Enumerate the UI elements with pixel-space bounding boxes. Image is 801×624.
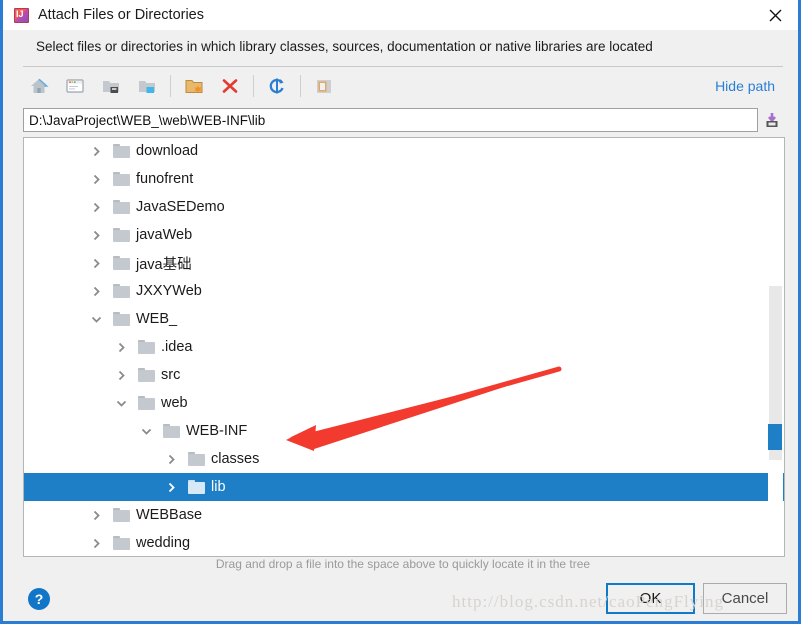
scrollbar-thumb-active[interactable] — [768, 424, 782, 450]
chevron-right-icon[interactable] — [112, 361, 130, 389]
chevron-down-icon[interactable] — [112, 389, 130, 417]
tree-row-label: JavaSEDemo — [136, 199, 225, 215]
delete-icon[interactable] — [214, 71, 246, 101]
tree-row-label: JXXYWeb — [136, 283, 202, 299]
tree-row-label: web — [161, 395, 188, 411]
chevron-right-icon[interactable] — [87, 501, 105, 529]
show-hidden-files-icon[interactable] — [308, 71, 340, 101]
project-folder-icon[interactable] — [131, 71, 163, 101]
window-title: Attach Files or Directories — [38, 7, 204, 23]
chevron-right-icon[interactable] — [87, 249, 105, 277]
chevron-right-icon[interactable] — [87, 277, 105, 305]
folder-icon — [188, 480, 205, 494]
chevron-right-icon[interactable] — [87, 221, 105, 249]
dialog-description-bar: Select files or directories in which lib… — [6, 30, 795, 63]
path-row: D:\JavaProject\WEB_\web\WEB-INF\lib — [23, 107, 783, 133]
folder-icon — [113, 256, 130, 270]
watermark: http://blog.csdn.net/caoPengFlying — [452, 592, 724, 611]
folder-icon — [113, 312, 130, 326]
dialog-description: Select files or directories in which lib… — [36, 39, 653, 54]
path-input[interactable]: D:\JavaProject\WEB_\web\WEB-INF\lib — [23, 108, 758, 132]
folder-icon — [138, 396, 155, 410]
hide-path-link[interactable]: Hide path — [715, 78, 775, 94]
tree-row-label: download — [136, 143, 199, 159]
file-chooser-toolbar: Hide path — [23, 66, 783, 104]
chevron-down-icon[interactable] — [137, 417, 155, 445]
tree-row[interactable]: web — [24, 389, 784, 417]
intellij-idea-icon: IJ — [13, 7, 30, 24]
folder-icon — [113, 144, 130, 158]
tree-row[interactable]: JavaSEDemo — [24, 193, 784, 221]
tree-row-label: javaWeb — [136, 227, 193, 243]
save-path-icon[interactable] — [761, 108, 783, 132]
tree-row-label: funofrent — [136, 171, 194, 187]
tree-rows: download funofrent JavaSEDemo javaWeb java基础… — [24, 138, 784, 556]
tree-row[interactable]: classes — [24, 445, 784, 473]
tree-row[interactable]: download — [24, 138, 784, 165]
tree-row-label: WEB_ — [136, 311, 178, 327]
drive-folder-icon[interactable] — [95, 71, 127, 101]
drag-drop-hint: Drag and drop a file into the space abov… — [215, 557, 591, 571]
tree-row-label: classes — [211, 451, 260, 467]
help-icon[interactable]: ? — [28, 588, 50, 610]
chevron-right-icon[interactable] — [162, 473, 180, 501]
folder-icon — [188, 452, 205, 466]
folder-icon — [113, 508, 130, 522]
chevron-right-icon[interactable] — [87, 138, 105, 165]
folder-icon — [113, 200, 130, 214]
tree-row[interactable]: .idea — [24, 333, 784, 361]
chevron-right-icon[interactable] — [112, 333, 130, 361]
toolbar-separator-1 — [170, 74, 171, 97]
tree-row-label: .idea — [161, 339, 193, 355]
chevron-down-icon[interactable] — [87, 305, 105, 333]
directory-tree[interactable]: download funofrent JavaSEDemo javaWeb java基础… — [23, 137, 785, 557]
tree-row[interactable]: JXXYWeb — [24, 277, 784, 305]
tree-row[interactable]: WEB-INF — [24, 417, 784, 445]
folder-icon — [113, 536, 130, 550]
refresh-icon[interactable] — [261, 71, 293, 101]
tree-row[interactable]: WEB_ — [24, 305, 784, 333]
tree-row[interactable]: wedding — [24, 529, 784, 556]
chevron-right-icon[interactable] — [162, 445, 180, 473]
tree-row[interactable]: java基础 — [24, 249, 784, 277]
tree-row[interactable]: WEBBase — [24, 501, 784, 529]
tree-row[interactable]: lib — [24, 473, 784, 501]
tree-row[interactable]: javaWeb — [24, 221, 784, 249]
desktop-icon[interactable] — [59, 71, 91, 101]
folder-icon — [113, 172, 130, 186]
folder-icon — [138, 368, 155, 382]
tree-row-label: java基础 — [136, 256, 192, 273]
tree-row-label: WEBBase — [136, 507, 203, 523]
folder-icon — [163, 424, 180, 438]
home-icon[interactable] — [23, 71, 55, 101]
folder-icon — [113, 228, 130, 242]
tree-row[interactable]: src — [24, 361, 784, 389]
tree-row-label: WEB-INF — [186, 423, 248, 439]
attach-files-dialog: IJ Attach Files or Directories Select fi… — [0, 0, 801, 624]
tree-scrollbar[interactable] — [768, 139, 783, 555]
title-bar: IJ Attach Files or Directories — [3, 0, 798, 30]
folder-icon — [113, 284, 130, 298]
tree-row[interactable]: funofrent — [24, 165, 784, 193]
tree-row-label: lib — [211, 479, 226, 495]
tree-row-label: src — [161, 367, 181, 383]
chevron-right-icon[interactable] — [87, 529, 105, 556]
toolbar-separator-2 — [253, 74, 254, 97]
chevron-right-icon[interactable] — [87, 193, 105, 221]
new-folder-icon[interactable] — [178, 71, 210, 101]
close-icon[interactable] — [752, 0, 798, 30]
toolbar-separator-3 — [300, 74, 301, 97]
tree-row-label: wedding — [136, 535, 191, 551]
chevron-right-icon[interactable] — [87, 165, 105, 193]
folder-icon — [138, 340, 155, 354]
